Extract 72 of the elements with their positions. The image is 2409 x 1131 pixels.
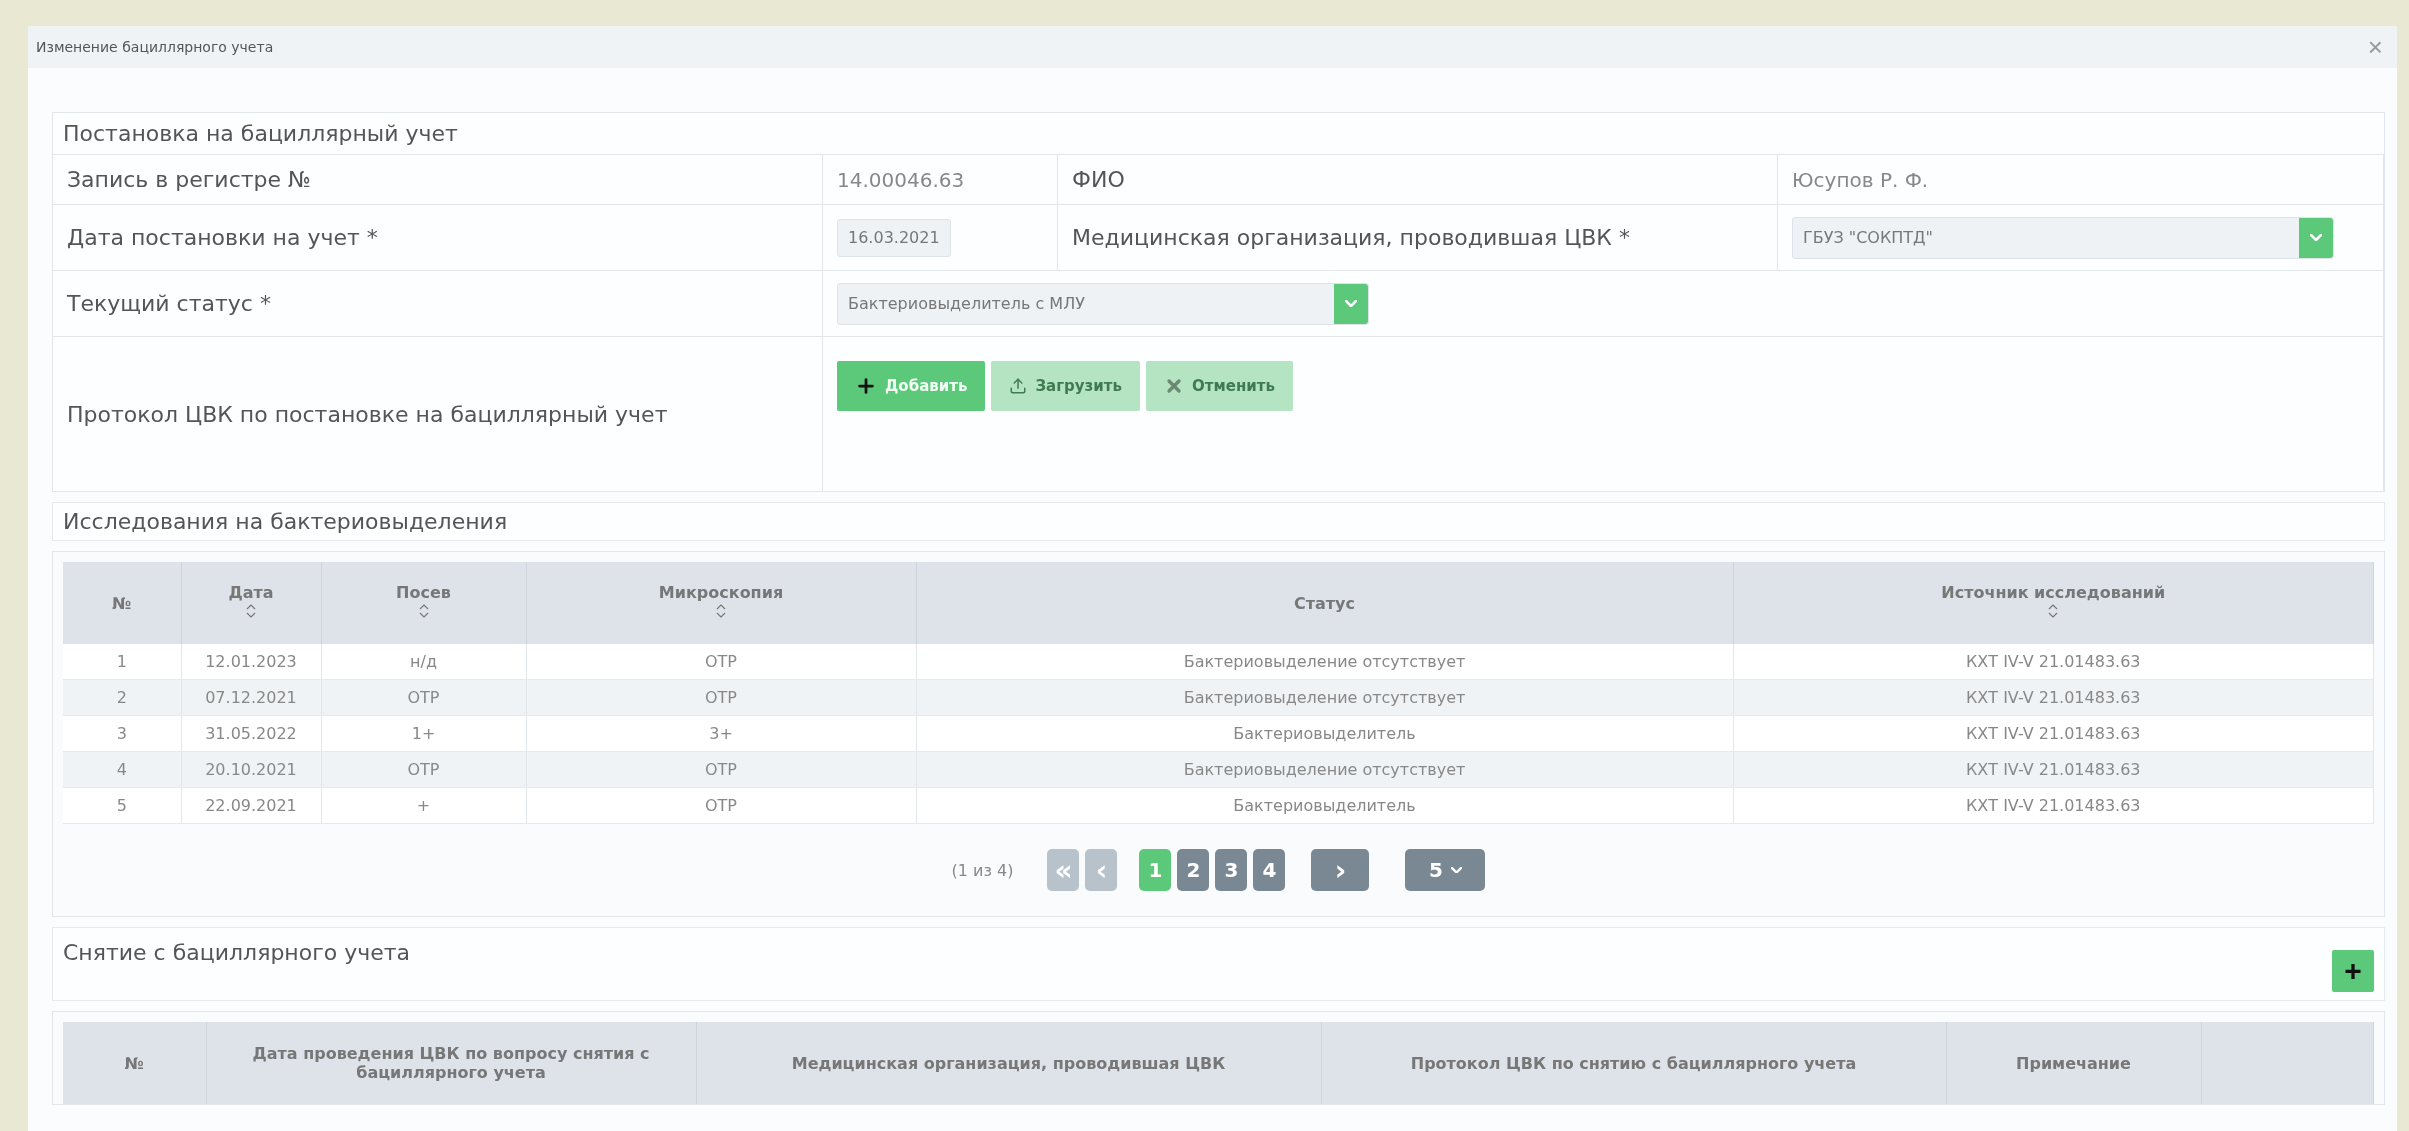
table-cell: Бактериовыделение отсутствует: [916, 644, 1733, 680]
table-cell: Бактериовыделение отсутствует: [916, 679, 1733, 716]
chevron-down-icon: [1450, 866, 1462, 874]
table-cell: ОТР: [526, 644, 916, 680]
plus-icon: [855, 375, 877, 397]
column-header[interactable]: №: [63, 562, 181, 644]
field-label: Текущий статус *: [67, 291, 271, 316]
table-cell: ОТР: [526, 679, 916, 716]
page-button[interactable]: 3: [1215, 849, 1248, 891]
table-cell: ОТР: [526, 787, 916, 824]
table-cell: 1+: [321, 715, 526, 752]
section-title: Исследования на бактериовыделения: [63, 509, 508, 534]
table-cell: 20.10.2021: [181, 751, 321, 788]
next-page-button[interactable]: ›: [1311, 849, 1370, 891]
column-header[interactable]: Дата: [181, 562, 321, 644]
table-cell: 12.01.2023: [181, 644, 321, 680]
table-cell: КХТ IV-V 21.01483.63: [1733, 679, 2374, 716]
column-header[interactable]: Дата проведения ЦВК по вопросу снятия с бациллярного учета: [206, 1022, 696, 1104]
status-select[interactable]: Бактериовыделитель с МЛУ: [837, 282, 1369, 325]
column-header[interactable]: Протокол ЦВК по снятию с бациллярного учета: [1321, 1022, 1946, 1104]
section-title: Постановка на бациллярный учет: [63, 121, 458, 146]
table-cell: 2: [63, 679, 181, 716]
page-button[interactable]: 4: [1253, 849, 1286, 891]
page-button[interactable]: 2: [1177, 849, 1210, 891]
table-cell: КХТ IV-V 21.01483.63: [1733, 751, 2374, 788]
table-cell: 1: [63, 644, 181, 680]
page-button[interactable]: 1: [1139, 849, 1172, 891]
field-label: Медицинская организация, проводившая ЦВК *: [1072, 225, 1630, 250]
close-icon: [1164, 376, 1184, 396]
table-cell: Бактериовыделение отсутствует: [916, 751, 1733, 788]
add-button[interactable]: Добавить: [837, 361, 986, 411]
column-header[interactable]: Статус: [916, 562, 1733, 644]
field-label: Дата постановки на учет *: [67, 225, 378, 250]
field-value: 14.00046.63: [837, 167, 965, 192]
table-cell: ОТР: [321, 751, 526, 788]
table-cell: 22.09.2021: [181, 787, 321, 824]
chevron-down-icon: [1345, 300, 1357, 307]
column-header[interactable]: Медицинская организация, проводившая ЦВК: [696, 1022, 1321, 1104]
table-cell: 4: [63, 751, 181, 788]
field-value: Юсупов Р. Ф.: [1792, 167, 1929, 192]
column-header[interactable]: Примечание: [1946, 1022, 2201, 1104]
window-title: Изменение бациллярного учета: [36, 39, 274, 55]
organization-select[interactable]: ГБУЗ "СОКПТД": [1792, 216, 2334, 259]
table-cell: КХТ IV-V 21.01483.63: [1733, 644, 2374, 680]
upload-icon: [1009, 377, 1028, 395]
page-size-select[interactable]: 5: [1405, 849, 1486, 891]
chevron-down-icon: [2310, 234, 2322, 241]
table-cell: 3+: [526, 715, 916, 752]
close-button[interactable]: ×: [2367, 31, 2383, 63]
column-header[interactable]: Источник исследований: [1733, 562, 2374, 644]
column-header[interactable]: №: [63, 1022, 206, 1104]
page-summary: (1 из 4): [951, 860, 1014, 880]
table-cell: Бактериовыделитель: [916, 787, 1733, 824]
table-cell: ОТР: [526, 751, 916, 788]
table-cell: +: [321, 787, 526, 824]
section-title: Снятие с бациллярного учета: [63, 940, 411, 965]
table-cell: ОТР: [321, 679, 526, 716]
field-label: Запись в регистре №: [67, 167, 311, 192]
column-header[interactable]: Посев: [321, 562, 526, 644]
table-cell: н/д: [321, 644, 526, 680]
field-label: ФИО: [1072, 167, 1125, 192]
table-cell: КХТ IV-V 21.01483.63: [1733, 715, 2374, 752]
add-button[interactable]: +: [2332, 950, 2374, 992]
column-header[interactable]: Микроскопия: [526, 562, 916, 644]
table-cell: Бактериовыделитель: [916, 715, 1733, 752]
table-cell: КХТ IV-V 21.01483.63: [1733, 787, 2374, 824]
date-field[interactable]: 16.03.2021: [837, 218, 951, 257]
field-label: Протокол ЦВК по постановке на бациллярный учет: [67, 401, 668, 427]
table-cell: 3: [63, 715, 181, 752]
table-cell: 31.05.2022: [181, 715, 321, 752]
table-cell: 5: [63, 787, 181, 824]
table-cell: 07.12.2021: [181, 679, 321, 716]
